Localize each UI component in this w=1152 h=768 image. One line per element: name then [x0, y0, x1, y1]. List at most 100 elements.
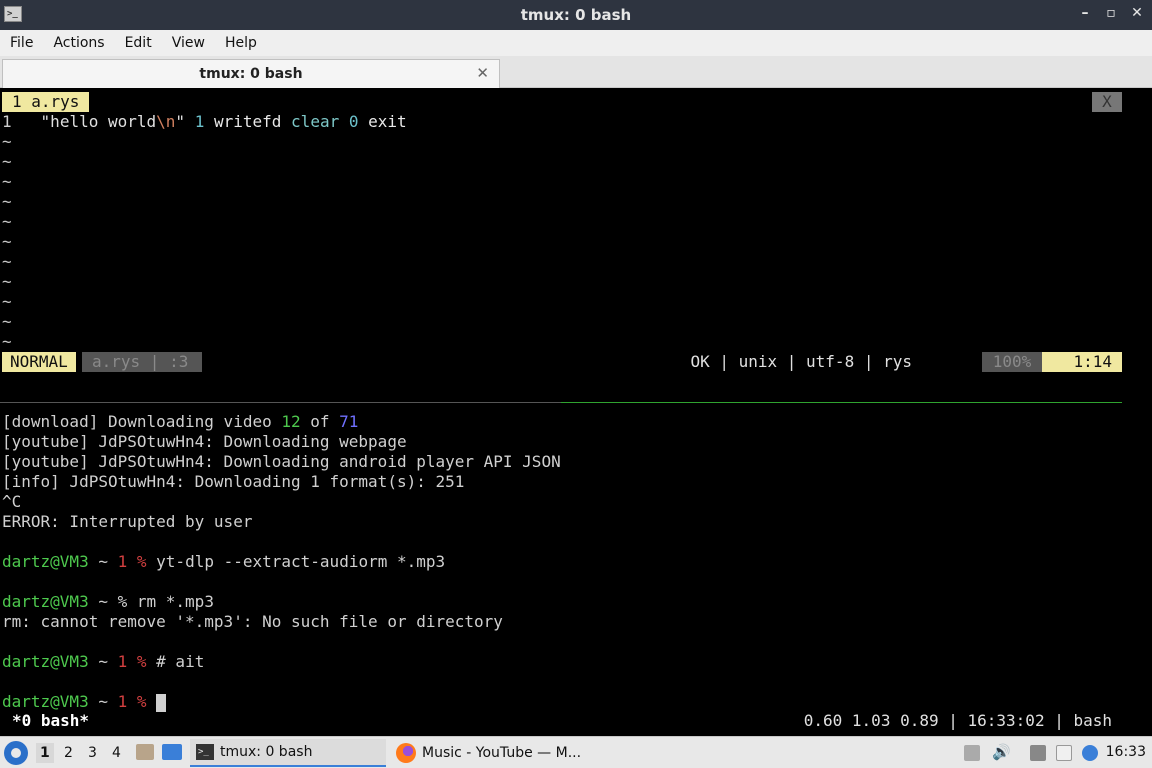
vim-empty-line: ~ — [2, 172, 12, 191]
number-literal: 0 — [348, 112, 359, 131]
output-text: [download] Downloading video — [2, 412, 282, 431]
close-button[interactable]: ✕ — [1130, 5, 1144, 21]
display-icon[interactable] — [1030, 745, 1046, 761]
vim-empty-line: ~ — [2, 192, 12, 211]
shell-output-line: [youtube] JdPSOtuwHn4: Downloading webpa… — [2, 432, 407, 451]
tmux-statusbar: *0 bash* 0.60 1.03 0.89 | 16:33:02 | bas… — [0, 711, 1122, 731]
prompt-exit-code: 1 — [117, 552, 128, 571]
start-menu-icon[interactable] — [4, 741, 28, 765]
clipboard-icon[interactable] — [1056, 745, 1072, 761]
terminal-icon: >_ — [196, 744, 214, 760]
shell-prompt-line: dartz@VM3 ~ 1 % # ait — [2, 652, 204, 672]
shell-output-line: rm: cannot remove '*.mp3': No such file … — [2, 612, 503, 631]
keyword-clear: clear — [291, 112, 340, 131]
workspace-4[interactable]: 4 — [112, 745, 121, 761]
prompt-user: dartz@VM3 — [2, 592, 89, 611]
keyword-writefd: writefd — [213, 112, 282, 131]
menu-bar: File Actions Edit View Help — [0, 30, 1152, 56]
workspace-3[interactable]: 3 — [88, 745, 97, 761]
vim-empty-line: ~ — [2, 232, 12, 251]
vim-statusline: NORMAL a.rys | :3 OK | unix | utf-8 | ry… — [2, 352, 1122, 372]
shell-prompt-line[interactable]: dartz@VM3 ~ 1 % — [2, 692, 167, 712]
tmux-pane-divider[interactable] — [0, 402, 1122, 403]
prompt-symbol: % — [136, 552, 147, 571]
prompt-user: dartz@VM3 — [2, 692, 89, 711]
vim-code-line: 1 "hello world\n" 1 writefd clear 0 exit — [2, 112, 407, 132]
prompt-symbol: % — [136, 652, 147, 671]
vim-empty-line: ~ — [2, 152, 12, 171]
shell-prompt-line: dartz@VM3 ~ % rm *.mp3 — [2, 592, 214, 612]
tmux-window-list[interactable]: *0 bash* — [12, 711, 89, 731]
prompt-user: dartz@VM3 — [2, 552, 89, 571]
tab-bar: tmux: 0 bash ✕ — [0, 56, 1152, 88]
taskbar-item-label: tmux: 0 bash — [220, 744, 313, 760]
tab-tmux-bash[interactable]: tmux: 0 bash ✕ — [2, 59, 500, 88]
escape-sequence: \n — [156, 112, 176, 131]
prompt-dir: ~ — [88, 592, 118, 611]
menu-help[interactable]: Help — [215, 35, 267, 51]
vim-percent: 100% — [982, 352, 1042, 372]
show-desktop-icon[interactable] — [162, 744, 182, 760]
vim-mode-indicator: NORMAL — [2, 352, 76, 372]
window-titlebar: >_ tmux: 0 bash – ▫ ✕ — [0, 0, 1152, 30]
shell-output-line: [info] JdPSOtuwHn4: Downloading 1 format… — [2, 472, 465, 491]
prompt-dir: ~ — [88, 692, 118, 711]
clock[interactable]: 16:33 — [1106, 744, 1146, 760]
prompt-exit-code: 1 — [117, 692, 128, 711]
network-icon[interactable] — [964, 745, 980, 761]
terminal-view[interactable]: 1 a.rys X 1 "hello world\n" 1 writefd cl… — [0, 89, 1152, 734]
window-title: tmux: 0 bash — [520, 6, 632, 24]
output-text: of — [300, 412, 340, 431]
vim-buffer-tab[interactable]: 1 a.rys — [2, 92, 90, 112]
shell-output-line: ERROR: Interrupted by user — [2, 512, 253, 531]
command-text: yt-dlp --extract-audiorm *.mp3 — [146, 552, 446, 571]
prompt-user: dartz@VM3 — [2, 652, 89, 671]
string-close: " — [175, 112, 186, 131]
terminal-cursor — [156, 693, 167, 712]
tab-close-icon[interactable]: ✕ — [476, 64, 489, 82]
prompt-symbol: % — [117, 592, 128, 611]
vim-empty-line: ~ — [2, 312, 12, 331]
shell-output-line: [download] Downloading video 12 of 71 — [2, 412, 358, 432]
tab-label: tmux: 0 bash — [199, 66, 303, 82]
taskbar: 1 2 3 4 >_ tmux: 0 bash Music - YouTube … — [0, 736, 1152, 768]
menu-view[interactable]: View — [162, 35, 215, 51]
prompt-exit-code: 1 — [117, 652, 128, 671]
taskbar-item-terminal[interactable]: >_ tmux: 0 bash — [190, 739, 386, 767]
download-total: 71 — [339, 412, 359, 431]
workspace-2[interactable]: 2 — [64, 745, 73, 761]
file-manager-icon[interactable] — [136, 744, 154, 760]
volume-icon[interactable]: 🔊 — [992, 743, 1011, 761]
menu-actions[interactable]: Actions — [43, 35, 114, 51]
vim-close-tab[interactable]: X — [1092, 92, 1122, 112]
prompt-symbol: % — [136, 692, 147, 711]
vim-file-info: OK | unix | utf-8 | rys — [690, 352, 912, 371]
shell-prompt-line: dartz@VM3 ~ 1 % yt-dlp --extract-audiorm… — [2, 552, 445, 572]
prompt-dir: ~ — [88, 652, 118, 671]
vim-empty-line: ~ — [2, 252, 12, 271]
taskbar-item-label: Music - YouTube — M... — [422, 745, 582, 761]
command-text: rm *.mp3 — [127, 592, 214, 611]
command-text: # ait — [146, 652, 205, 671]
prompt-dir: ~ — [88, 552, 118, 571]
vim-cursor-position: 1:14 — [1042, 352, 1122, 372]
vim-empty-line: ~ — [2, 272, 12, 291]
firefox-icon — [396, 743, 416, 763]
minimize-button[interactable]: – — [1078, 5, 1092, 21]
terminal-app-icon: >_ — [4, 6, 22, 22]
shell-output-line: [youtube] JdPSOtuwHn4: Downloading andro… — [2, 452, 561, 471]
vim-file-indicator: a.rys | :3 — [82, 352, 202, 372]
menu-file[interactable]: File — [0, 35, 43, 51]
keyword-exit: exit — [368, 112, 407, 131]
menu-edit[interactable]: Edit — [115, 35, 162, 51]
vim-empty-line: ~ — [2, 332, 12, 351]
shell-output-line: ^C — [2, 492, 22, 511]
vim-empty-line: ~ — [2, 292, 12, 311]
line-number: 1 — [2, 112, 12, 131]
maximize-button[interactable]: ▫ — [1104, 5, 1118, 21]
download-current: 12 — [281, 412, 301, 431]
workspace-1[interactable]: 1 — [36, 743, 54, 763]
taskbar-item-firefox[interactable]: Music - YouTube — M... — [390, 739, 590, 767]
notification-icon[interactable] — [1082, 745, 1098, 761]
vim-empty-line: ~ — [2, 212, 12, 231]
